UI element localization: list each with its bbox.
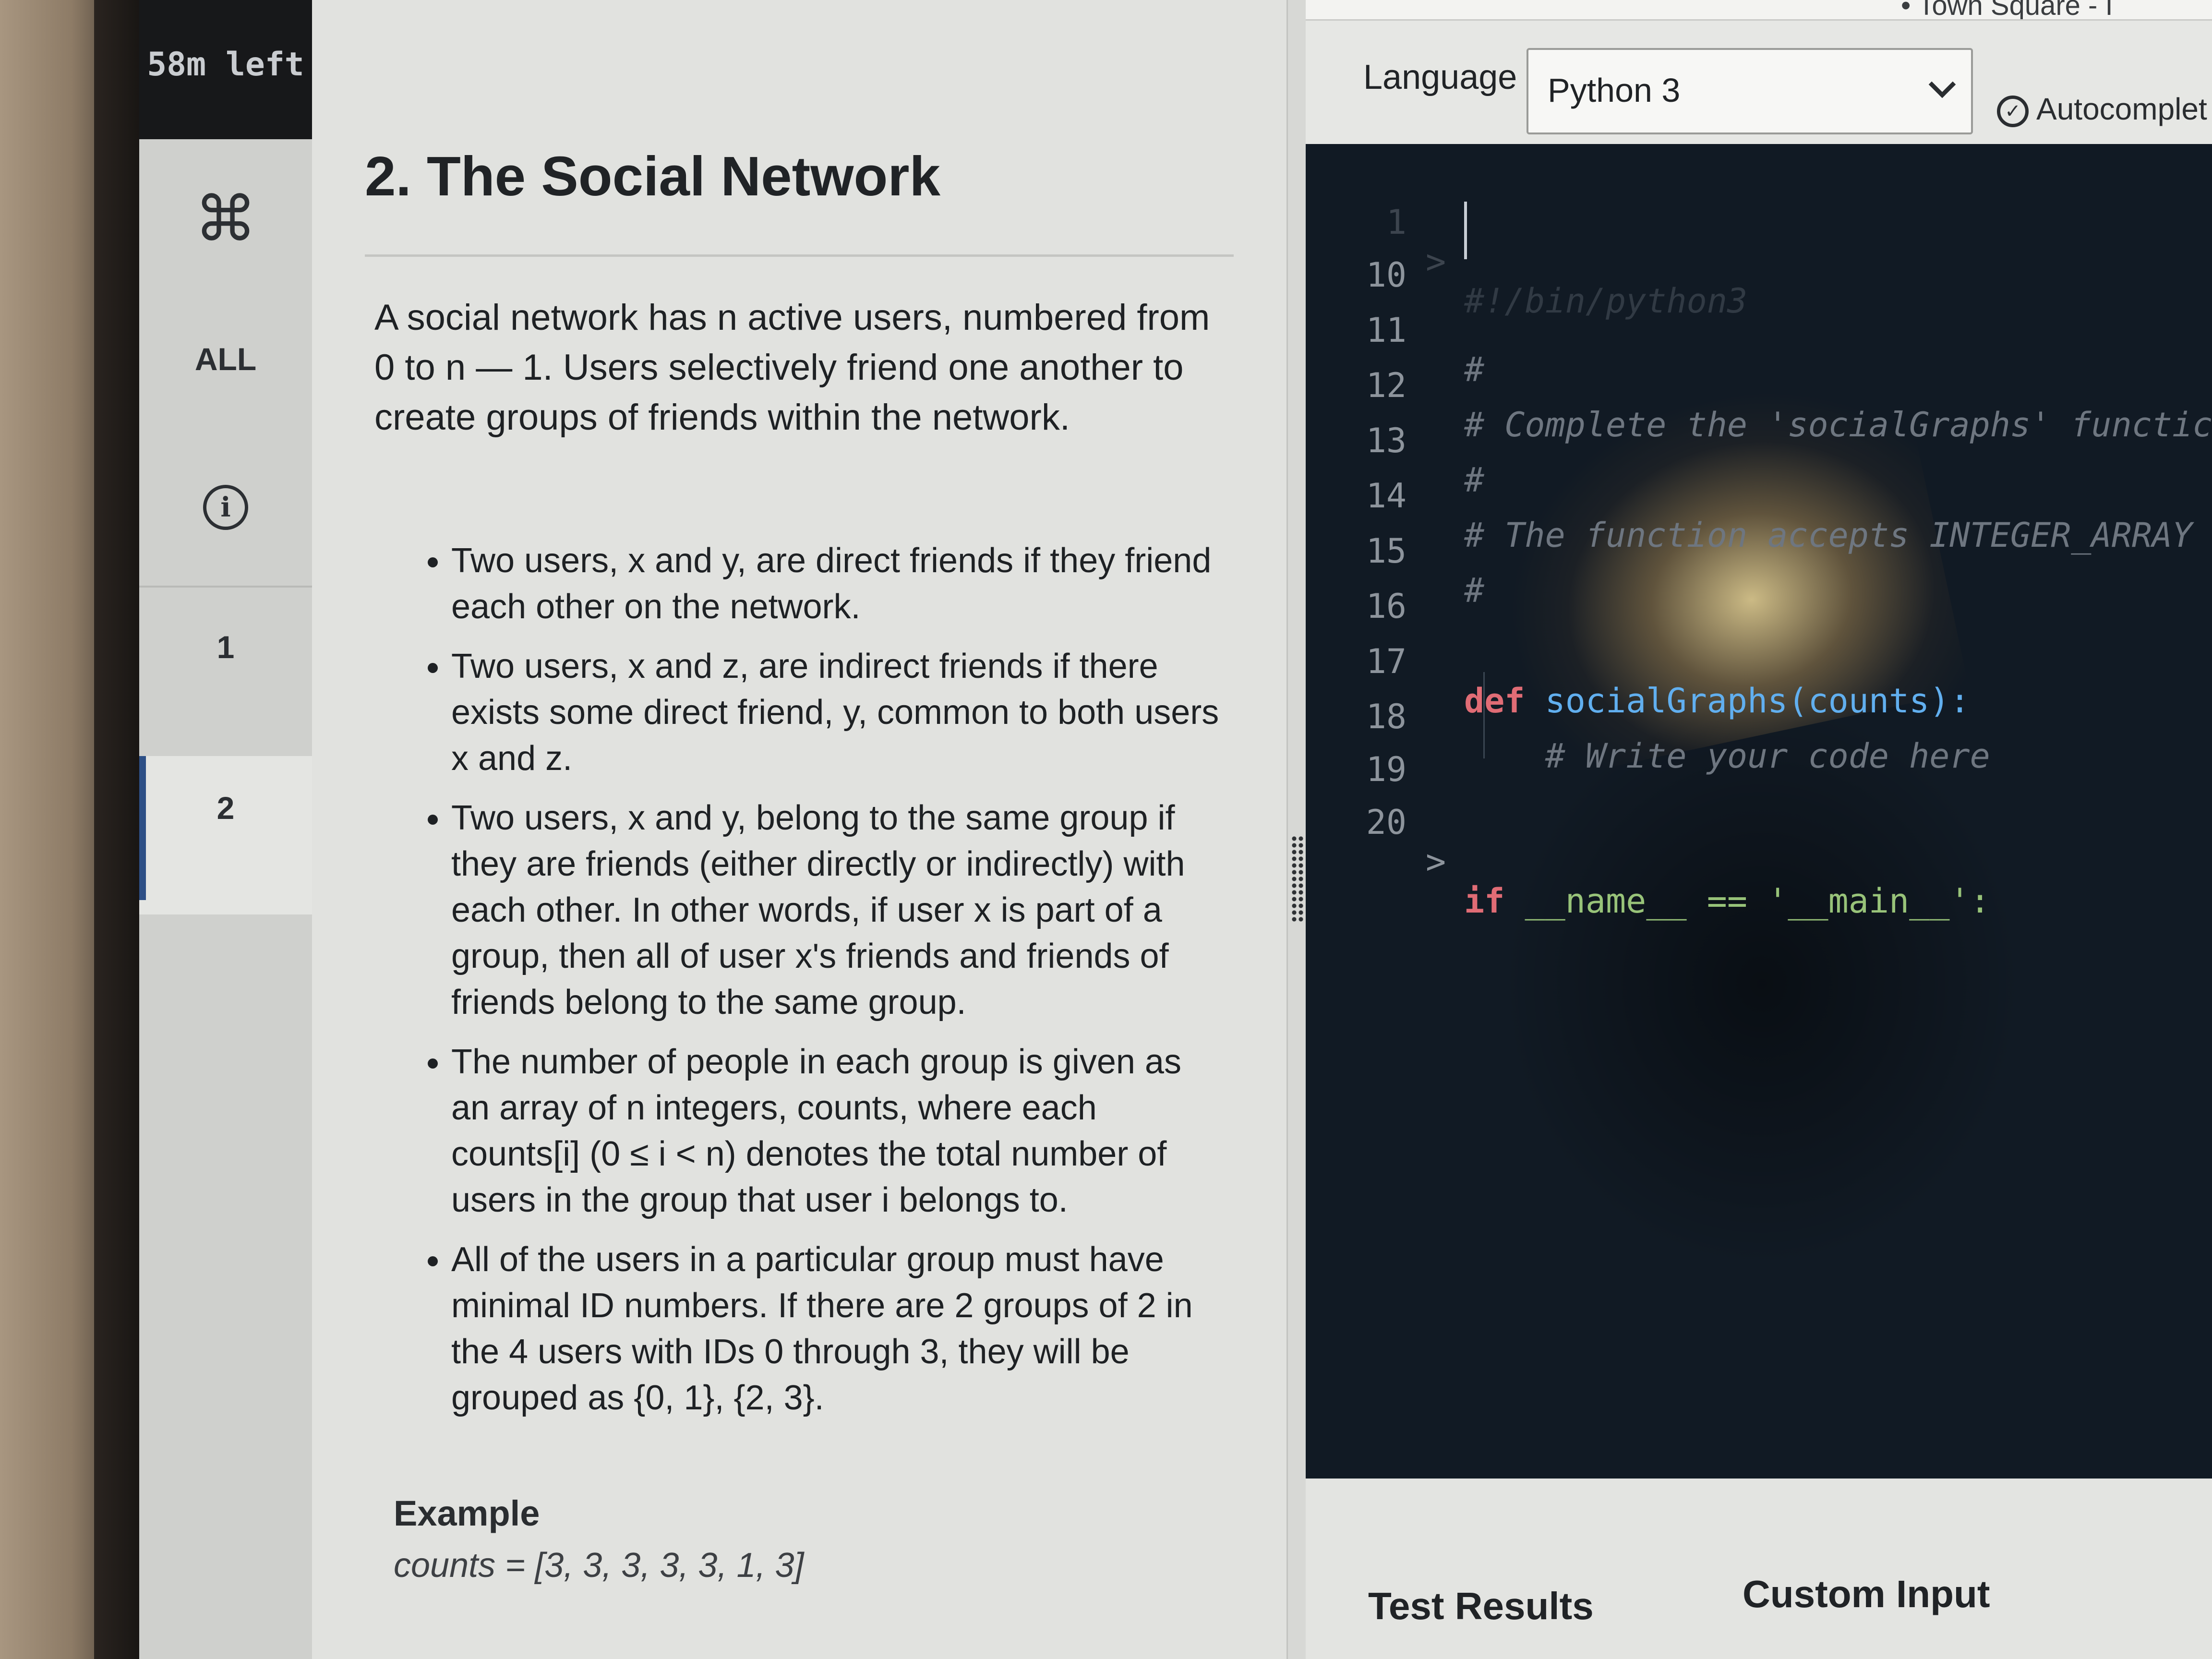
text-cursor <box>1464 202 1467 259</box>
nav-divider <box>139 586 312 588</box>
problem-title: 2. The Social Network <box>365 145 941 207</box>
nav-question-2[interactable]: 2 <box>139 756 312 914</box>
autocomplete-label: Autocomplet <box>2036 92 2207 126</box>
main-guard: __name__ == '__main__': <box>1525 881 1990 921</box>
command-icon[interactable]: ⌘ <box>139 182 312 255</box>
fold-arrow-icon[interactable]: > <box>1426 842 1446 881</box>
nav-all[interactable]: ALL <box>139 341 312 377</box>
language-select[interactable]: Python 3 <box>1527 48 1973 134</box>
code-line: 20 > if __name__ == '__main__': <box>1306 763 2212 921</box>
code-text: if __name__ == '__main__': <box>1464 881 1990 921</box>
info-icon[interactable]: i <box>139 485 312 530</box>
code-line: 15 # <box>1306 492 2212 610</box>
if-keyword: if <box>1464 881 1505 921</box>
code-line: 12 # Complete the 'socialGraphs' functic <box>1306 326 2212 445</box>
code-line: 18 # Write your code here <box>1306 658 2212 776</box>
nav-question-1[interactable]: 1 <box>139 629 312 665</box>
bullet-item: Two users, x and y, are direct friends i… <box>451 538 1229 630</box>
title-divider <box>365 254 1234 257</box>
code-line: 19 <box>1306 710 2212 789</box>
problem-intro: A social network has n active users, num… <box>374 297 1210 438</box>
problem-bullets: Two users, x and y, are direct friends i… <box>374 538 1229 1434</box>
active-question-indicator <box>139 756 146 900</box>
code-line: 11 # <box>1306 271 2212 389</box>
code-line: 13 # <box>1306 382 2212 500</box>
problem-panel: 2. The Social Network A social network h… <box>312 0 1286 1659</box>
drag-handle-icon[interactable] <box>1291 835 1304 922</box>
browser-tab-strip: • Town Square - I <box>1306 0 2212 21</box>
bottom-tabs: Test Results Custom Input <box>1306 1479 2212 1659</box>
browser-tab-title[interactable]: • Town Square - I <box>1901 0 2113 19</box>
autocomplete-toggle[interactable]: ✓ Autocomplet <box>1997 91 2207 128</box>
tab-custom-input[interactable]: Custom Input <box>1743 1572 1990 1616</box>
bullet-item: All of the users in a particular group m… <box>451 1237 1229 1421</box>
code-line: 1 > #!/bin/python3 <box>1306 163 2212 321</box>
code-line: 14 # The function accepts INTEGER_ARRAY <box>1306 437 2212 555</box>
chevron-down-icon <box>1928 71 1956 98</box>
screen: 58m left ⌘ ALL i 1 2 2. The Social Netwo… <box>139 0 2212 1659</box>
language-label: Language <box>1363 58 1517 96</box>
timer-bar: 58m left <box>139 0 312 139</box>
language-value: Python 3 <box>1548 72 1681 109</box>
time-remaining: 58m left <box>147 46 304 84</box>
code-line: 16 <box>1306 547 2212 626</box>
editor-panel: • Town Square - I Language Python 3 ✓ Aut… <box>1306 0 2212 1659</box>
bullet-item: The number of people in each group is gi… <box>451 1039 1229 1223</box>
bullet-item: Two users, x and z, are indirect friends… <box>451 643 1229 781</box>
line-number: 20 <box>1366 803 1407 842</box>
example-heading: Example <box>394 1493 540 1533</box>
code-line: 10 <box>1306 216 2212 295</box>
tab-test-results[interactable]: Test Results <box>1368 1584 1594 1628</box>
panel-splitter[interactable] <box>1286 0 1307 1659</box>
example-value: counts = [3, 3, 3, 3, 3, 1, 3] <box>394 1546 804 1585</box>
code-editor[interactable]: 1 > #!/bin/python3 10 11 # 12 # Complete… <box>1306 144 2212 1479</box>
bullet-item: Two users, x and y, belong to the same g… <box>451 795 1229 1025</box>
code-line: 17 def socialGraphs(counts): <box>1306 602 2212 721</box>
question-nav: ⌘ ALL i 1 2 <box>139 139 312 1659</box>
check-circle-icon: ✓ <box>1997 96 2029 128</box>
